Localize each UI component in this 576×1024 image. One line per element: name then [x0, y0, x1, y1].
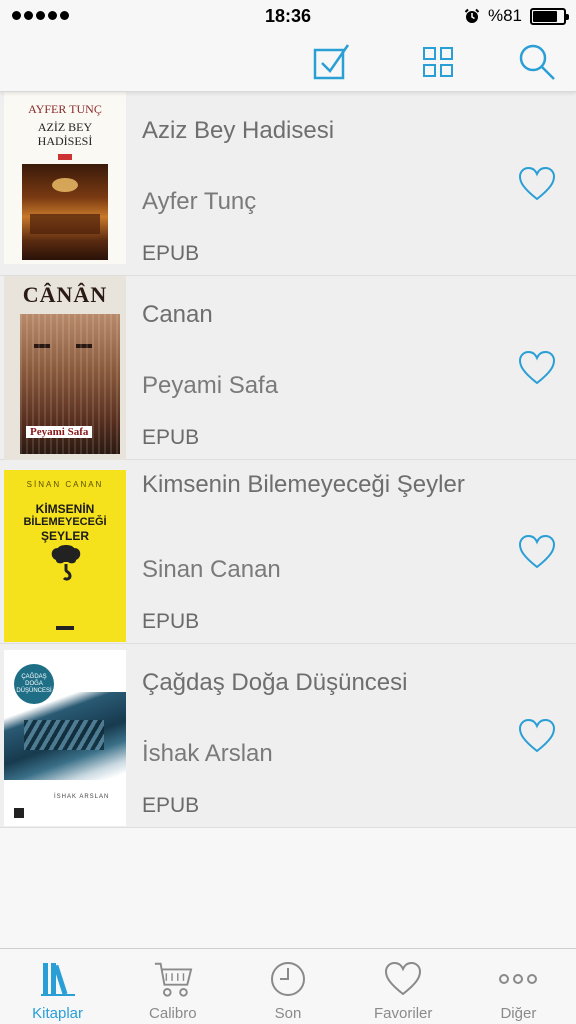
- book-author: Sinan Canan: [142, 556, 281, 583]
- book-cover: CÂNÂN Peyami Safa: [4, 276, 126, 460]
- tab-label: Favoriler: [374, 1005, 433, 1022]
- book-row[interactable]: CÂNÂN Peyami Safa Canan Peyami Safa EPUB: [0, 276, 576, 460]
- book-list: AYFER TUNÇ AZİZ BEY HADİSESİ Aziz Bey Ha…: [0, 92, 576, 828]
- tab-calibro[interactable]: Calibro: [115, 949, 230, 1024]
- book-format: EPUB: [142, 794, 200, 817]
- book-title: Çağdaş Doğa Düşüncesi: [142, 669, 408, 696]
- search-button[interactable]: [515, 40, 559, 84]
- brain-question-icon: [51, 545, 81, 581]
- book-format: EPUB: [142, 426, 200, 449]
- favorite-heart-icon[interactable]: [518, 350, 556, 386]
- battery-percent: %81: [487, 6, 522, 25]
- book-title: Aziz Bey Hadisesi: [142, 117, 335, 144]
- tab-label: Son: [274, 1005, 302, 1022]
- book-row[interactable]: AYFER TUNÇ AZİZ BEY HADİSESİ Aziz Bey Ha…: [0, 92, 576, 276]
- status-bar: 18:36 %81: [0, 0, 576, 32]
- search-icon: [519, 44, 555, 80]
- alarm-icon: [464, 8, 480, 23]
- book-author: İshak Arslan: [142, 740, 273, 767]
- book-row[interactable]: ÇAĞDAŞ DOĞA DÜŞÜNCESİ İSHAK ARSLAN Çağda…: [0, 644, 576, 828]
- grid-view-button[interactable]: [416, 40, 460, 84]
- book-row[interactable]: SİNAN CANAN KİMSENİN BİLEMEYECEĞİ ŞEYLER…: [0, 460, 576, 644]
- favorite-heart-icon[interactable]: [518, 166, 556, 202]
- book-cover: AYFER TUNÇ AZİZ BEY HADİSESİ: [4, 92, 126, 264]
- book-cover: SİNAN CANAN KİMSENİN BİLEMEYECEĞİ ŞEYLER: [4, 470, 126, 642]
- book-format: EPUB: [142, 242, 200, 265]
- battery-icon: [530, 7, 569, 25]
- tab-diger[interactable]: Diğer: [461, 949, 576, 1024]
- book-author: Ayfer Tunç: [142, 188, 257, 215]
- tab-label: Diğer: [500, 1005, 537, 1022]
- book-format: EPUB: [142, 610, 200, 633]
- tab-label: Calibro: [149, 1005, 197, 1022]
- tab-kitaplar[interactable]: Kitaplar: [0, 949, 115, 1024]
- cart-icon: [154, 962, 193, 997]
- favorite-heart-icon[interactable]: [518, 718, 556, 754]
- book-author: Peyami Safa: [142, 372, 279, 399]
- book-title: Kimsenin Bilemeyeceği Şeyler: [142, 471, 465, 498]
- tab-bar: Kitaplar Calibro Son Favoriler Diğer: [0, 948, 576, 1024]
- favorite-heart-icon[interactable]: [518, 534, 556, 570]
- tab-favoriler[interactable]: Favoriler: [346, 949, 461, 1024]
- book-title: Canan: [142, 301, 213, 328]
- heart-icon: [385, 961, 422, 996]
- book-cover: ÇAĞDAŞ DOĞA DÜŞÜNCESİ İSHAK ARSLAN: [4, 650, 126, 826]
- books-icon: [40, 963, 75, 996]
- more-icon: [499, 974, 538, 984]
- toolbar: [0, 32, 576, 92]
- select-button[interactable]: [309, 40, 353, 84]
- tab-label: Kitaplar: [32, 1005, 84, 1022]
- clock-icon: [271, 962, 305, 996]
- tab-son[interactable]: Son: [230, 949, 345, 1024]
- select-checkbox-icon: [313, 44, 350, 80]
- grid-view-icon: [423, 47, 453, 77]
